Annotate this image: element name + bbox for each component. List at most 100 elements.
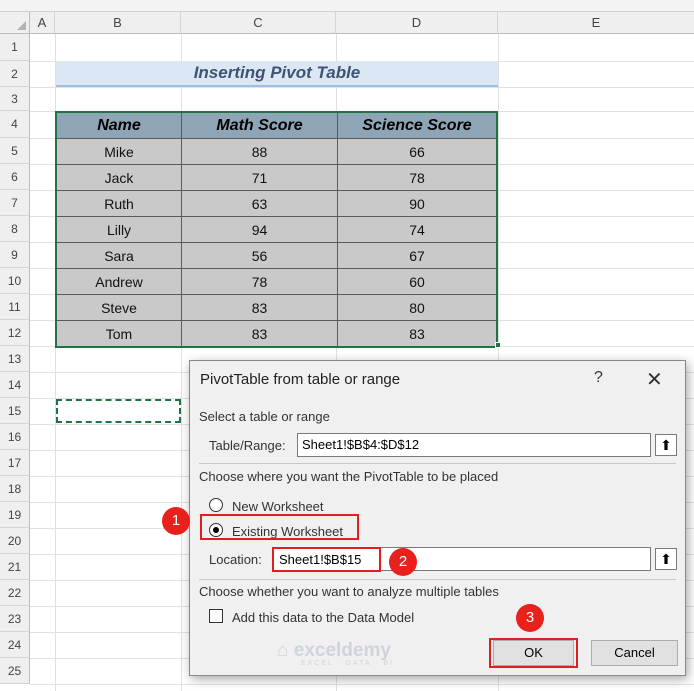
row-header[interactable]: 14 xyxy=(0,372,30,398)
fill-handle[interactable] xyxy=(495,342,501,348)
row-header[interactable]: 22 xyxy=(0,580,30,606)
column-header-e[interactable]: E xyxy=(498,12,694,34)
table-header-row: Name Math Score Science Score xyxy=(55,111,498,139)
row-header[interactable]: 4 xyxy=(0,111,30,138)
highlight-existing-worksheet xyxy=(200,514,359,540)
row-header[interactable]: 10 xyxy=(0,268,30,294)
table-cell[interactable]: 78 xyxy=(337,164,498,191)
row-header[interactable]: 15 xyxy=(0,398,30,424)
row-header[interactable]: 8 xyxy=(0,216,30,242)
table-row: Ruth 63 90 xyxy=(55,190,498,217)
header-cell-science[interactable]: Science Score xyxy=(337,111,498,139)
close-button[interactable]: ✕ xyxy=(646,367,663,392)
radio-new-worksheet[interactable] xyxy=(209,498,223,512)
divider xyxy=(199,463,676,464)
table-row: Lilly 94 74 xyxy=(55,216,498,243)
highlight-location xyxy=(272,547,381,572)
step-marker-2: 2 xyxy=(389,548,417,576)
section-multiple-tables: Choose whether you want to analyze multi… xyxy=(199,584,499,599)
table-cell[interactable]: Ruth xyxy=(55,190,182,217)
row-header[interactable]: 1 xyxy=(0,34,30,61)
collapse-dialog-icon[interactable]: ⬆ xyxy=(655,548,677,570)
select-all-triangle-icon xyxy=(17,21,26,30)
row-header[interactable]: 13 xyxy=(0,346,30,372)
pivottable-dialog: PivotTable from table or range ? ✕ Selec… xyxy=(189,360,686,676)
row-header[interactable]: 2 xyxy=(0,61,30,87)
row-header[interactable]: 3 xyxy=(0,87,30,111)
section-placement: Choose where you want the PivotTable to … xyxy=(199,469,499,484)
table-row: Andrew 78 60 xyxy=(55,268,498,295)
divider xyxy=(199,579,676,580)
step-marker-3: 3 xyxy=(516,604,544,632)
table-cell[interactable]: 63 xyxy=(181,190,338,217)
table-cell[interactable]: Mike xyxy=(55,138,182,165)
watermark-logo: ⌂ exceldemy EXCEL · DATA · BI xyxy=(277,640,394,667)
column-header-c[interactable]: C xyxy=(181,12,336,34)
ribbon-edge xyxy=(0,0,694,12)
highlight-ok xyxy=(489,638,578,668)
table-cell[interactable]: Sara xyxy=(55,242,182,269)
column-header-a[interactable]: A xyxy=(30,12,55,34)
header-cell-name[interactable]: Name xyxy=(55,111,182,139)
table-cell[interactable]: Andrew xyxy=(55,268,182,295)
table-cell[interactable]: Lilly xyxy=(55,216,182,243)
header-cell-math[interactable]: Math Score xyxy=(181,111,338,139)
column-header-b[interactable]: B xyxy=(55,12,181,34)
table-cell[interactable]: 56 xyxy=(181,242,338,269)
row-header[interactable]: 12 xyxy=(0,320,30,346)
row-header[interactable]: 25 xyxy=(0,658,30,684)
row-header[interactable]: 20 xyxy=(0,528,30,554)
row-header[interactable]: 24 xyxy=(0,632,30,658)
sheet-title-cell[interactable]: Inserting Pivot Table xyxy=(56,61,498,87)
table-row: Steve 83 80 xyxy=(55,294,498,321)
row-header[interactable]: 11 xyxy=(0,294,30,320)
selected-cell-b15[interactable] xyxy=(56,399,181,423)
table-cell[interactable]: Tom xyxy=(55,320,182,348)
watermark-house-icon: ⌂ xyxy=(277,640,289,661)
table-row: Jack 71 78 xyxy=(55,164,498,191)
table-cell[interactable]: 83 xyxy=(181,320,338,348)
table-cell[interactable]: 83 xyxy=(337,320,498,348)
column-header-d[interactable]: D xyxy=(336,12,498,34)
watermark-tagline: EXCEL · DATA · BI xyxy=(301,660,394,667)
table-cell[interactable]: 94 xyxy=(181,216,338,243)
row-header[interactable]: 19 xyxy=(0,502,30,528)
cancel-button[interactable]: Cancel xyxy=(591,640,678,666)
table-cell[interactable]: 90 xyxy=(337,190,498,217)
row-header[interactable]: 5 xyxy=(0,138,30,164)
table-cell[interactable]: 60 xyxy=(337,268,498,295)
data-model-label[interactable]: Add this data to the Data Model xyxy=(232,610,414,625)
help-button[interactable]: ? xyxy=(594,369,603,387)
table-cell[interactable]: 67 xyxy=(337,242,498,269)
table-range-label: Table/Range: xyxy=(209,438,286,453)
row-header[interactable]: 18 xyxy=(0,476,30,502)
watermark-name: exceldemy xyxy=(293,640,391,661)
score-table: Name Math Score Science Score Mike 88 66 Ja… xyxy=(55,111,498,348)
dialog-title: PivotTable from table or range xyxy=(200,371,401,388)
row-header[interactable]: 16 xyxy=(0,424,30,450)
table-cell[interactable]: 71 xyxy=(181,164,338,191)
row-header[interactable]: 23 xyxy=(0,606,30,632)
table-row: Tom 83 83 xyxy=(55,320,498,348)
table-row: Sara 56 67 xyxy=(55,242,498,269)
table-cell[interactable]: Jack xyxy=(55,164,182,191)
row-header[interactable]: 21 xyxy=(0,554,30,580)
table-cell[interactable]: 66 xyxy=(337,138,498,165)
table-cell[interactable]: 74 xyxy=(337,216,498,243)
table-cell[interactable]: Steve xyxy=(55,294,182,321)
table-cell[interactable]: 78 xyxy=(181,268,338,295)
step-marker-1: 1 xyxy=(162,507,190,535)
gridline xyxy=(30,87,694,88)
row-header[interactable]: 9 xyxy=(0,242,30,268)
row-header[interactable]: 17 xyxy=(0,450,30,476)
collapse-dialog-icon[interactable]: ⬆ xyxy=(655,434,677,456)
row-header[interactable]: 6 xyxy=(0,164,30,190)
table-cell[interactable]: 83 xyxy=(181,294,338,321)
select-all-corner[interactable] xyxy=(0,12,30,34)
table-cell[interactable]: 88 xyxy=(181,138,338,165)
table-cell[interactable]: 80 xyxy=(337,294,498,321)
row-header[interactable]: 7 xyxy=(0,190,30,216)
table-range-input[interactable]: Sheet1!$B$4:$D$12 xyxy=(297,433,651,457)
data-model-checkbox[interactable] xyxy=(209,609,223,623)
option-new-worksheet-label[interactable]: New Worksheet xyxy=(232,499,324,514)
